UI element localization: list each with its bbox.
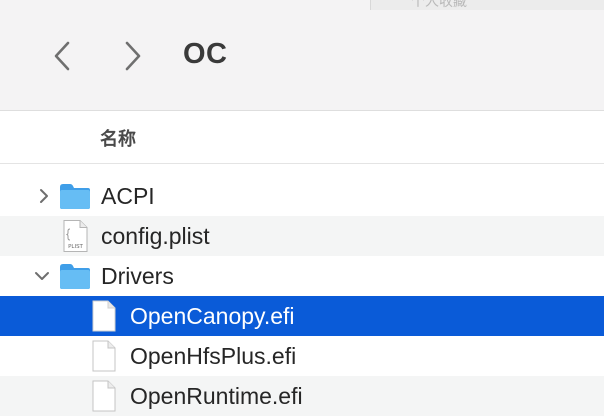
item-name: config.plist bbox=[101, 223, 210, 249]
list-item-openruntime[interactable]: OpenRuntime.efi bbox=[0, 376, 604, 416]
chevron-right-icon bbox=[125, 41, 141, 71]
disclosure-triangle[interactable] bbox=[34, 268, 50, 284]
item-name: Drivers bbox=[101, 263, 174, 289]
document-icon bbox=[92, 340, 116, 372]
name-column-label: 名称 bbox=[100, 129, 136, 149]
chevron-left-icon bbox=[54, 41, 70, 71]
item-name: ACPI bbox=[101, 183, 155, 209]
list-item-opencanopy[interactable]: OpenCanopy.efi bbox=[0, 296, 604, 336]
folder-icon bbox=[60, 184, 90, 209]
favorites-header: 个人收藏 bbox=[411, 0, 467, 9]
plist-badge-text: PLIST bbox=[68, 244, 83, 250]
document-icon bbox=[92, 300, 116, 332]
list-item-config-plist[interactable]: PLIST config.plist bbox=[0, 216, 604, 256]
disclosure-triangle[interactable] bbox=[36, 188, 52, 204]
chevron-right-icon bbox=[40, 189, 48, 203]
name-column-header[interactable]: 名称 bbox=[0, 111, 604, 164]
list-item-drivers[interactable]: Drivers bbox=[0, 256, 604, 296]
list-item-openhfsplus[interactable]: OpenHfsPlus.efi bbox=[0, 336, 604, 376]
finder-window: 个人收藏 OC 名称 ACPI PLIST config.plist Drive… bbox=[0, 0, 604, 420]
item-name: OpenRuntime.efi bbox=[130, 383, 303, 409]
chevron-down-icon bbox=[35, 272, 49, 280]
plist-file-icon: PLIST bbox=[63, 220, 88, 252]
sidebar-header-fragment: 个人收藏 bbox=[370, 0, 604, 10]
forward-button[interactable] bbox=[115, 36, 151, 76]
item-name: OpenHfsPlus.efi bbox=[130, 343, 297, 369]
folder-icon bbox=[60, 264, 90, 289]
file-list: ACPI PLIST config.plist Drivers OpenCano… bbox=[0, 176, 604, 416]
window-title: OC bbox=[183, 38, 228, 70]
document-icon bbox=[92, 380, 116, 412]
back-button[interactable] bbox=[44, 36, 80, 76]
item-name: OpenCanopy.efi bbox=[130, 303, 295, 329]
toolbar: 个人收藏 OC bbox=[0, 0, 604, 111]
list-item-acpi[interactable]: ACPI bbox=[0, 176, 604, 216]
